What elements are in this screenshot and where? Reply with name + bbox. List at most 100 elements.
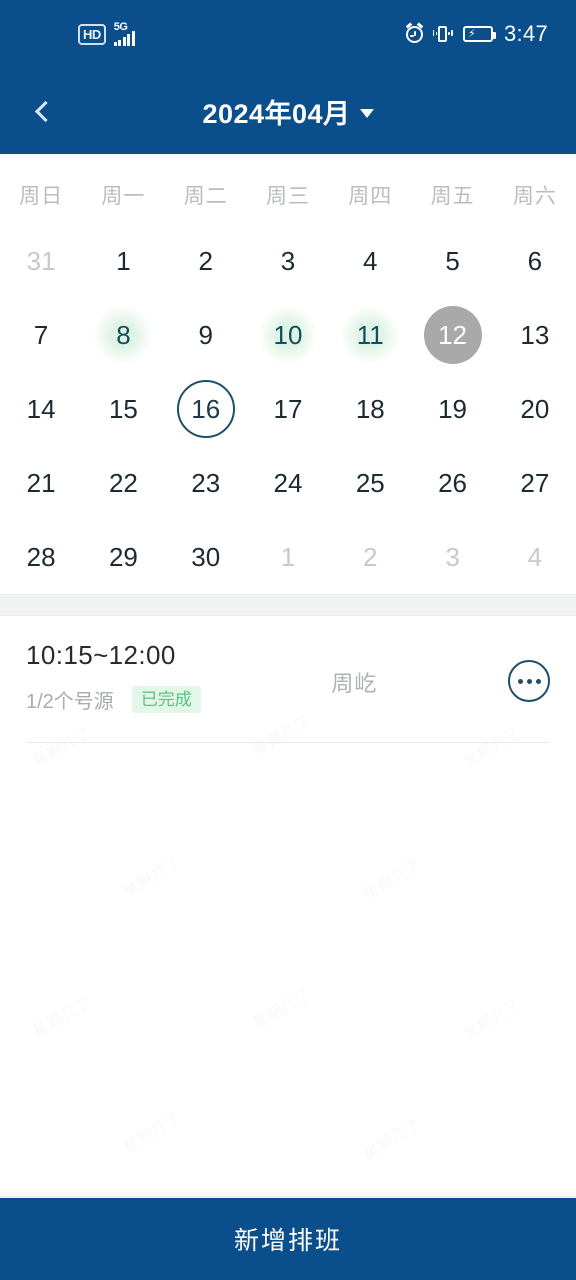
calendar-day-cell[interactable]: 3 bbox=[411, 520, 493, 594]
weekday-label-6: 周六 bbox=[512, 185, 557, 208]
calendar-day-number: 3 bbox=[445, 541, 460, 572]
calendar-day-cell[interactable]: 23 bbox=[165, 446, 247, 520]
calendar-day-cell[interactable]: 17 bbox=[247, 372, 329, 446]
calendar-day-cell[interactable]: 26 bbox=[411, 446, 493, 520]
calendar-day-cell[interactable]: 13 bbox=[494, 298, 576, 372]
weekday-label-1: 周一 bbox=[101, 185, 146, 208]
weekday-label-5: 周五 bbox=[430, 185, 475, 208]
calendar-grid: 31 1 2 3 4 5 6 7 8 9 10 11 12 13 14 15 16 17 18 19 20 21 22 23 2… bbox=[0, 224, 576, 594]
calendar-day-number: 14 bbox=[26, 393, 56, 424]
calendar-day-number: 5 bbox=[445, 245, 460, 276]
calendar-day-cell[interactable]: 25 bbox=[329, 446, 411, 520]
calendar-day-number: 26 bbox=[438, 467, 468, 498]
calendar-day-cell[interactable]: 10 bbox=[247, 298, 329, 372]
calendar-day-cell[interactable]: 1 bbox=[247, 520, 329, 594]
calendar-day-number: 9 bbox=[198, 319, 213, 350]
watermark: 星期几了 bbox=[120, 854, 185, 901]
calendar-day-cell[interactable]: 12 bbox=[411, 298, 493, 372]
network-type-label: 5G bbox=[113, 21, 128, 33]
shift-actions bbox=[508, 640, 550, 702]
add-shift-button[interactable]: 新增排班 bbox=[0, 1196, 576, 1280]
calendar-day-cell[interactable]: 16 bbox=[165, 372, 247, 446]
calendar-day-number: 30 bbox=[191, 541, 221, 572]
nav-bar: 2024年04月 bbox=[0, 68, 576, 154]
calendar-day-cell[interactable]: 3 bbox=[247, 224, 329, 298]
shift-person-name: 周屹 bbox=[331, 671, 378, 696]
calendar-day-cell[interactable]: 2 bbox=[329, 520, 411, 594]
calendar-day-number: 22 bbox=[108, 467, 138, 498]
month-selector[interactable]: 2024年04月 bbox=[0, 92, 576, 131]
status-bar: HD 5G ⚡ 3:47 bbox=[0, 0, 576, 68]
weekday-label-3: 周三 bbox=[265, 185, 310, 208]
shift-card[interactable]: 10:15~12:00 1/2个号源 已完成 周屹 bbox=[0, 616, 576, 743]
calendar-day-cell[interactable]: 14 bbox=[0, 372, 82, 446]
calendar-day-cell[interactable]: 24 bbox=[247, 446, 329, 520]
status-badge: 已完成 bbox=[131, 685, 201, 714]
calendar-day-number: 2 bbox=[363, 541, 378, 572]
status-bar-right: ⚡ 3:47 bbox=[405, 21, 548, 47]
calendar-day-number: 16 bbox=[176, 380, 235, 438]
calendar-day-cell[interactable]: 19 bbox=[411, 372, 493, 446]
shift-time-range: 10:15~12:00 bbox=[26, 640, 176, 670]
calendar-day-number: 21 bbox=[26, 467, 56, 498]
calendar-day-cell[interactable]: 4 bbox=[329, 224, 411, 298]
weekday-label-0: 周日 bbox=[19, 185, 64, 208]
calendar-day-cell[interactable]: 11 bbox=[329, 298, 411, 372]
calendar-day-cell[interactable]: 8 bbox=[82, 298, 164, 372]
calendar-day-cell[interactable]: 20 bbox=[494, 372, 576, 446]
calendar-day-cell[interactable]: 22 bbox=[82, 446, 164, 520]
signal-bars-icon: 5G bbox=[113, 21, 135, 46]
calendar-day-cell[interactable]: 7 bbox=[0, 298, 82, 372]
calendar-day-cell[interactable]: 28 bbox=[0, 520, 82, 594]
calendar-day-cell[interactable]: 29 bbox=[82, 520, 164, 594]
calendar-day-cell[interactable]: 31 bbox=[0, 224, 82, 298]
calendar-day-cell[interactable]: 5 bbox=[411, 224, 493, 298]
calendar-day-number: 4 bbox=[363, 245, 378, 276]
calendar-day-number: 15 bbox=[108, 393, 138, 424]
watermark: 星期几了 bbox=[460, 996, 525, 1043]
calendar-day-number: 8 bbox=[93, 305, 154, 365]
shift-info: 10:15~12:00 1/2个号源 已完成 bbox=[26, 640, 201, 714]
calendar-day-number: 20 bbox=[520, 393, 550, 424]
watermark: 星期几了 bbox=[30, 994, 95, 1041]
calendar-day-number: 1 bbox=[116, 245, 131, 276]
back-button[interactable] bbox=[26, 94, 60, 128]
calendar-day-number: 7 bbox=[33, 319, 49, 350]
calendar-day-cell[interactable]: 6 bbox=[494, 224, 576, 298]
calendar-day-number: 25 bbox=[355, 467, 385, 498]
status-bar-left: HD 5G bbox=[78, 21, 135, 46]
page-title: 2024年04月 bbox=[202, 98, 351, 129]
calendar-day-number: 19 bbox=[438, 393, 468, 424]
calendar-day-number: 28 bbox=[26, 541, 56, 572]
shift-quota: 1/2个号源 bbox=[26, 691, 114, 713]
calendar-day-cell[interactable]: 27 bbox=[494, 446, 576, 520]
shift-list: 10:15~12:00 1/2个号源 已完成 周屹 星期几了 星期几了 星期几了 星期… bbox=[0, 616, 576, 1196]
hd-badge: HD bbox=[78, 23, 106, 45]
calendar-day-cell[interactable]: 21 bbox=[0, 446, 82, 520]
phone-screen: HD 5G ⚡ 3:47 2024年04月 周日 周一 周二 周三 周四 周五 … bbox=[0, 0, 576, 1280]
chevron-down-icon bbox=[359, 109, 374, 118]
watermark: 星期几了 bbox=[360, 1116, 425, 1163]
calendar-day-number: 10 bbox=[257, 305, 318, 365]
chevron-left-icon bbox=[34, 100, 57, 122]
calendar-day-number: 17 bbox=[273, 393, 303, 424]
calendar-day-cell[interactable]: 9 bbox=[165, 298, 247, 372]
calendar-day-cell[interactable]: 30 bbox=[165, 520, 247, 594]
battery-charging-icon: ⚡ bbox=[462, 26, 496, 42]
calendar-day-number: 13 bbox=[520, 319, 550, 350]
calendar-day-number: 18 bbox=[355, 393, 385, 424]
calendar-day-cell[interactable]: 15 bbox=[82, 372, 164, 446]
calendar-day-cell[interactable]: 2 bbox=[165, 224, 247, 298]
calendar-day-number: 24 bbox=[273, 467, 303, 498]
shift-person-wrap: 周屹 bbox=[201, 640, 508, 698]
signal-strength bbox=[113, 31, 135, 46]
weekday-header: 周日 周一 周二 周三 周四 周五 周六 bbox=[0, 160, 576, 224]
calendar-day-cell[interactable]: 18 bbox=[329, 372, 411, 446]
calendar-day-cell[interactable]: 4 bbox=[494, 520, 576, 594]
ellipsis-circle-icon[interactable] bbox=[508, 660, 550, 702]
calendar-day-cell[interactable]: 1 bbox=[82, 224, 164, 298]
add-shift-label: 新增排班 bbox=[233, 1227, 342, 1255]
calendar-day-number: 31 bbox=[26, 245, 56, 276]
calendar-day-number: 1 bbox=[280, 541, 296, 572]
calendar-day-number: 3 bbox=[280, 245, 296, 276]
